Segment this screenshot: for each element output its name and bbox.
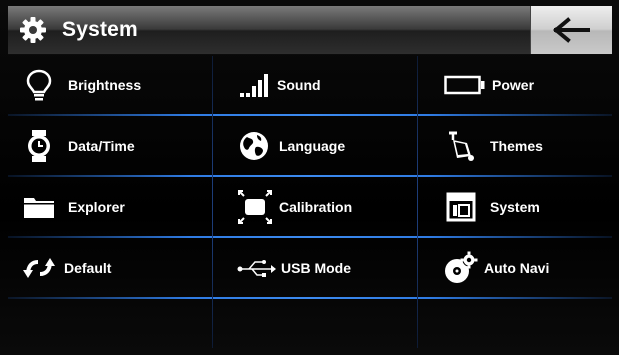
back-button[interactable]	[530, 6, 612, 54]
menu-item-auto-navi[interactable]: Auto Navi	[418, 237, 612, 298]
menu-item-default[interactable]: Default	[8, 237, 213, 298]
system-settings-screen: System Brightness Sound Power Data/Time …	[0, 0, 619, 355]
menu-item-label: Language	[279, 137, 346, 154]
menu-item-label: Power	[492, 76, 535, 93]
globe-icon	[237, 129, 271, 163]
paint-bucket-icon	[444, 129, 478, 163]
disc-gear-icon	[444, 251, 478, 285]
page-title: System	[62, 18, 138, 41]
menu-item-language[interactable]: Language	[213, 115, 418, 176]
menu-item-themes[interactable]: Themes	[418, 115, 612, 176]
settings-grid: Brightness Sound Power Data/Time Languag…	[8, 54, 612, 350]
menu-item-calibration[interactable]: Calibration	[213, 176, 418, 237]
battery-icon	[444, 68, 486, 102]
folder-icon	[22, 190, 56, 224]
menu-item-label: Default	[64, 259, 112, 276]
menu-item-label: Brightness	[68, 76, 142, 93]
menu-item-sound[interactable]: Sound	[213, 54, 418, 115]
menu-item-brightness[interactable]: Brightness	[8, 54, 213, 115]
menu-item-data-time[interactable]: Data/Time	[8, 115, 213, 176]
menu-item-label: Themes	[490, 137, 543, 154]
watch-icon	[22, 129, 56, 163]
arrow-left-icon	[552, 17, 590, 43]
menu-item-usb-mode[interactable]: USB Mode	[213, 237, 418, 298]
menu-item-label: System	[490, 198, 540, 215]
window-icon	[444, 190, 478, 224]
title-area: System	[18, 6, 138, 54]
usb-icon	[237, 251, 277, 285]
menu-item-label: USB Mode	[281, 259, 351, 276]
reset-arrows-icon	[22, 251, 56, 285]
menu-item-label: Sound	[277, 76, 321, 93]
menu-item-label: Calibration	[279, 198, 353, 215]
menu-item-explorer[interactable]: Explorer	[8, 176, 213, 237]
volume-bars-icon	[237, 68, 271, 102]
gear-icon	[20, 17, 46, 43]
lightbulb-icon	[22, 68, 56, 102]
menu-item-power[interactable]: Power	[418, 54, 612, 115]
menu-item-label: Data/Time	[68, 137, 135, 154]
menu-item-label: Auto Navi	[484, 259, 550, 276]
calibration-icon	[237, 189, 273, 225]
menu-item-label: Explorer	[68, 198, 125, 215]
header-bar: System	[8, 6, 612, 55]
menu-item-system[interactable]: System	[418, 176, 612, 237]
